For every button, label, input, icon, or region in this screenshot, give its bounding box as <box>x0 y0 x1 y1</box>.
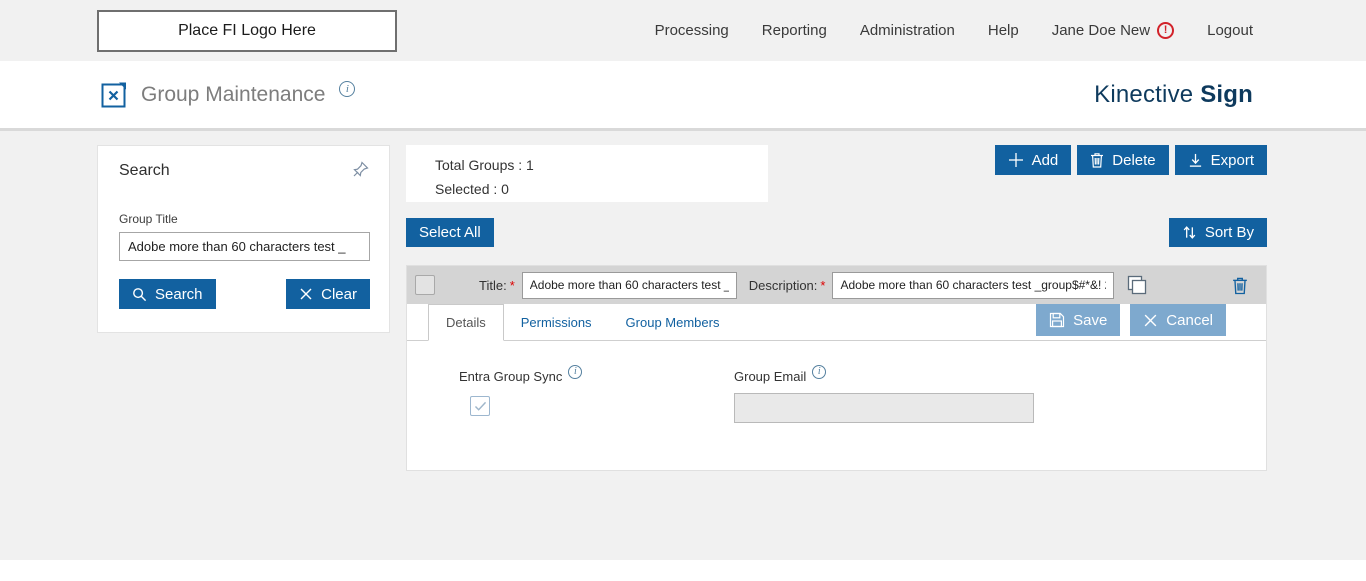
select-all-button[interactable]: Select All <box>406 218 494 247</box>
info-icon[interactable]: i <box>568 365 582 379</box>
search-panel-title: Search <box>119 162 170 180</box>
search-panel: Search Group Title Search Clear <box>97 145 390 333</box>
nav-logout[interactable]: Logout <box>1207 22 1253 39</box>
entra-group-sync-label: Entra Group Sync i <box>459 369 582 384</box>
user-name: Jane Doe New <box>1052 22 1150 39</box>
nav-processing[interactable]: Processing <box>655 22 729 39</box>
alert-icon: ! <box>1157 22 1174 39</box>
main-content: Search Group Title Search Clear <box>0 131 1366 560</box>
add-button[interactable]: Add <box>995 145 1072 175</box>
details-tab-content: Entra Group Sync i Group Email i <box>407 341 1266 470</box>
search-button[interactable]: Search <box>119 279 216 309</box>
sort-icon <box>1182 225 1197 240</box>
search-button-label: Search <box>155 286 203 303</box>
sort-by-label: Sort By <box>1205 224 1254 241</box>
summary-panel: Total Groups : 1 Selected : 0 <box>406 145 768 202</box>
sort-by-button[interactable]: Sort By <box>1169 218 1267 247</box>
cancel-button[interactable]: Cancel <box>1130 304 1226 336</box>
save-button-label: Save <box>1073 312 1107 329</box>
download-icon <box>1188 153 1203 168</box>
row-actions: Save Cancel <box>1036 304 1266 340</box>
export-button-label: Export <box>1211 152 1254 169</box>
required-marker: * <box>820 278 825 293</box>
brand-first: Kinective <box>1094 81 1193 108</box>
group-title-label: Group Title <box>119 212 370 226</box>
nav-reporting[interactable]: Reporting <box>762 22 827 39</box>
copy-icon[interactable] <box>1126 274 1148 296</box>
selected-count-text: Selected : 0 <box>435 177 768 201</box>
save-button[interactable]: Save <box>1036 304 1120 336</box>
group-row-header: Title:* Description:* <box>407 266 1266 304</box>
add-button-label: Add <box>1032 152 1059 169</box>
nav-help[interactable]: Help <box>988 22 1019 39</box>
nav-administration[interactable]: Administration <box>860 22 955 39</box>
export-button[interactable]: Export <box>1175 145 1267 175</box>
page-header: Group Maintenance i Kinective Sign <box>0 61 1366 131</box>
tab-details[interactable]: Details <box>428 304 504 341</box>
entra-group-sync-checkbox[interactable] <box>470 396 490 416</box>
search-icon <box>132 287 147 302</box>
check-icon <box>474 401 487 412</box>
row-delete-icon[interactable] <box>1232 276 1248 295</box>
title-input[interactable] <box>522 272 737 299</box>
group-maintenance-icon <box>100 81 128 109</box>
clear-button-label: Clear <box>321 286 357 303</box>
group-edit-panel: Title:* Description:* Details Pe <box>406 265 1267 471</box>
info-icon[interactable]: i <box>812 365 826 379</box>
page-title: Group Maintenance <box>141 83 325 107</box>
nav-user[interactable]: Jane Doe New ! <box>1052 22 1174 39</box>
delete-button-label: Delete <box>1112 152 1155 169</box>
description-label: Description:* <box>749 278 826 293</box>
title-label: Title:* <box>479 278 515 293</box>
description-input[interactable] <box>832 272 1114 299</box>
required-marker: * <box>510 278 515 293</box>
top-nav: Processing Reporting Administration Help… <box>655 22 1253 39</box>
select-all-label: Select All <box>419 224 481 241</box>
toolbar: Add Delete Export <box>995 145 1267 175</box>
row-select-checkbox[interactable] <box>415 275 435 295</box>
clear-button[interactable]: Clear <box>286 279 370 309</box>
brand-second: Sign <box>1200 81 1253 108</box>
tab-group-members[interactable]: Group Members <box>609 304 737 340</box>
total-groups-text: Total Groups : 1 <box>435 153 768 177</box>
group-title-input[interactable] <box>119 232 370 261</box>
group-email-input <box>734 393 1034 423</box>
plus-icon <box>1008 152 1024 168</box>
tab-permissions[interactable]: Permissions <box>504 304 609 340</box>
top-bar: Place FI Logo Here Processing Reporting … <box>0 0 1366 61</box>
x-icon <box>1143 313 1158 328</box>
info-icon[interactable]: i <box>339 81 355 97</box>
save-icon <box>1049 312 1065 328</box>
delete-button[interactable]: Delete <box>1077 145 1168 175</box>
pin-icon[interactable] <box>351 160 370 179</box>
group-email-label: Group Email i <box>734 369 826 384</box>
tabs-row: Details Permissions Group Members Save <box>407 304 1266 341</box>
cancel-button-label: Cancel <box>1166 312 1213 329</box>
brand-logo: Kinective Sign <box>1094 81 1253 109</box>
x-icon <box>299 287 313 301</box>
fi-logo-placeholder: Place FI Logo Here <box>97 10 397 52</box>
trash-icon <box>1090 152 1104 168</box>
